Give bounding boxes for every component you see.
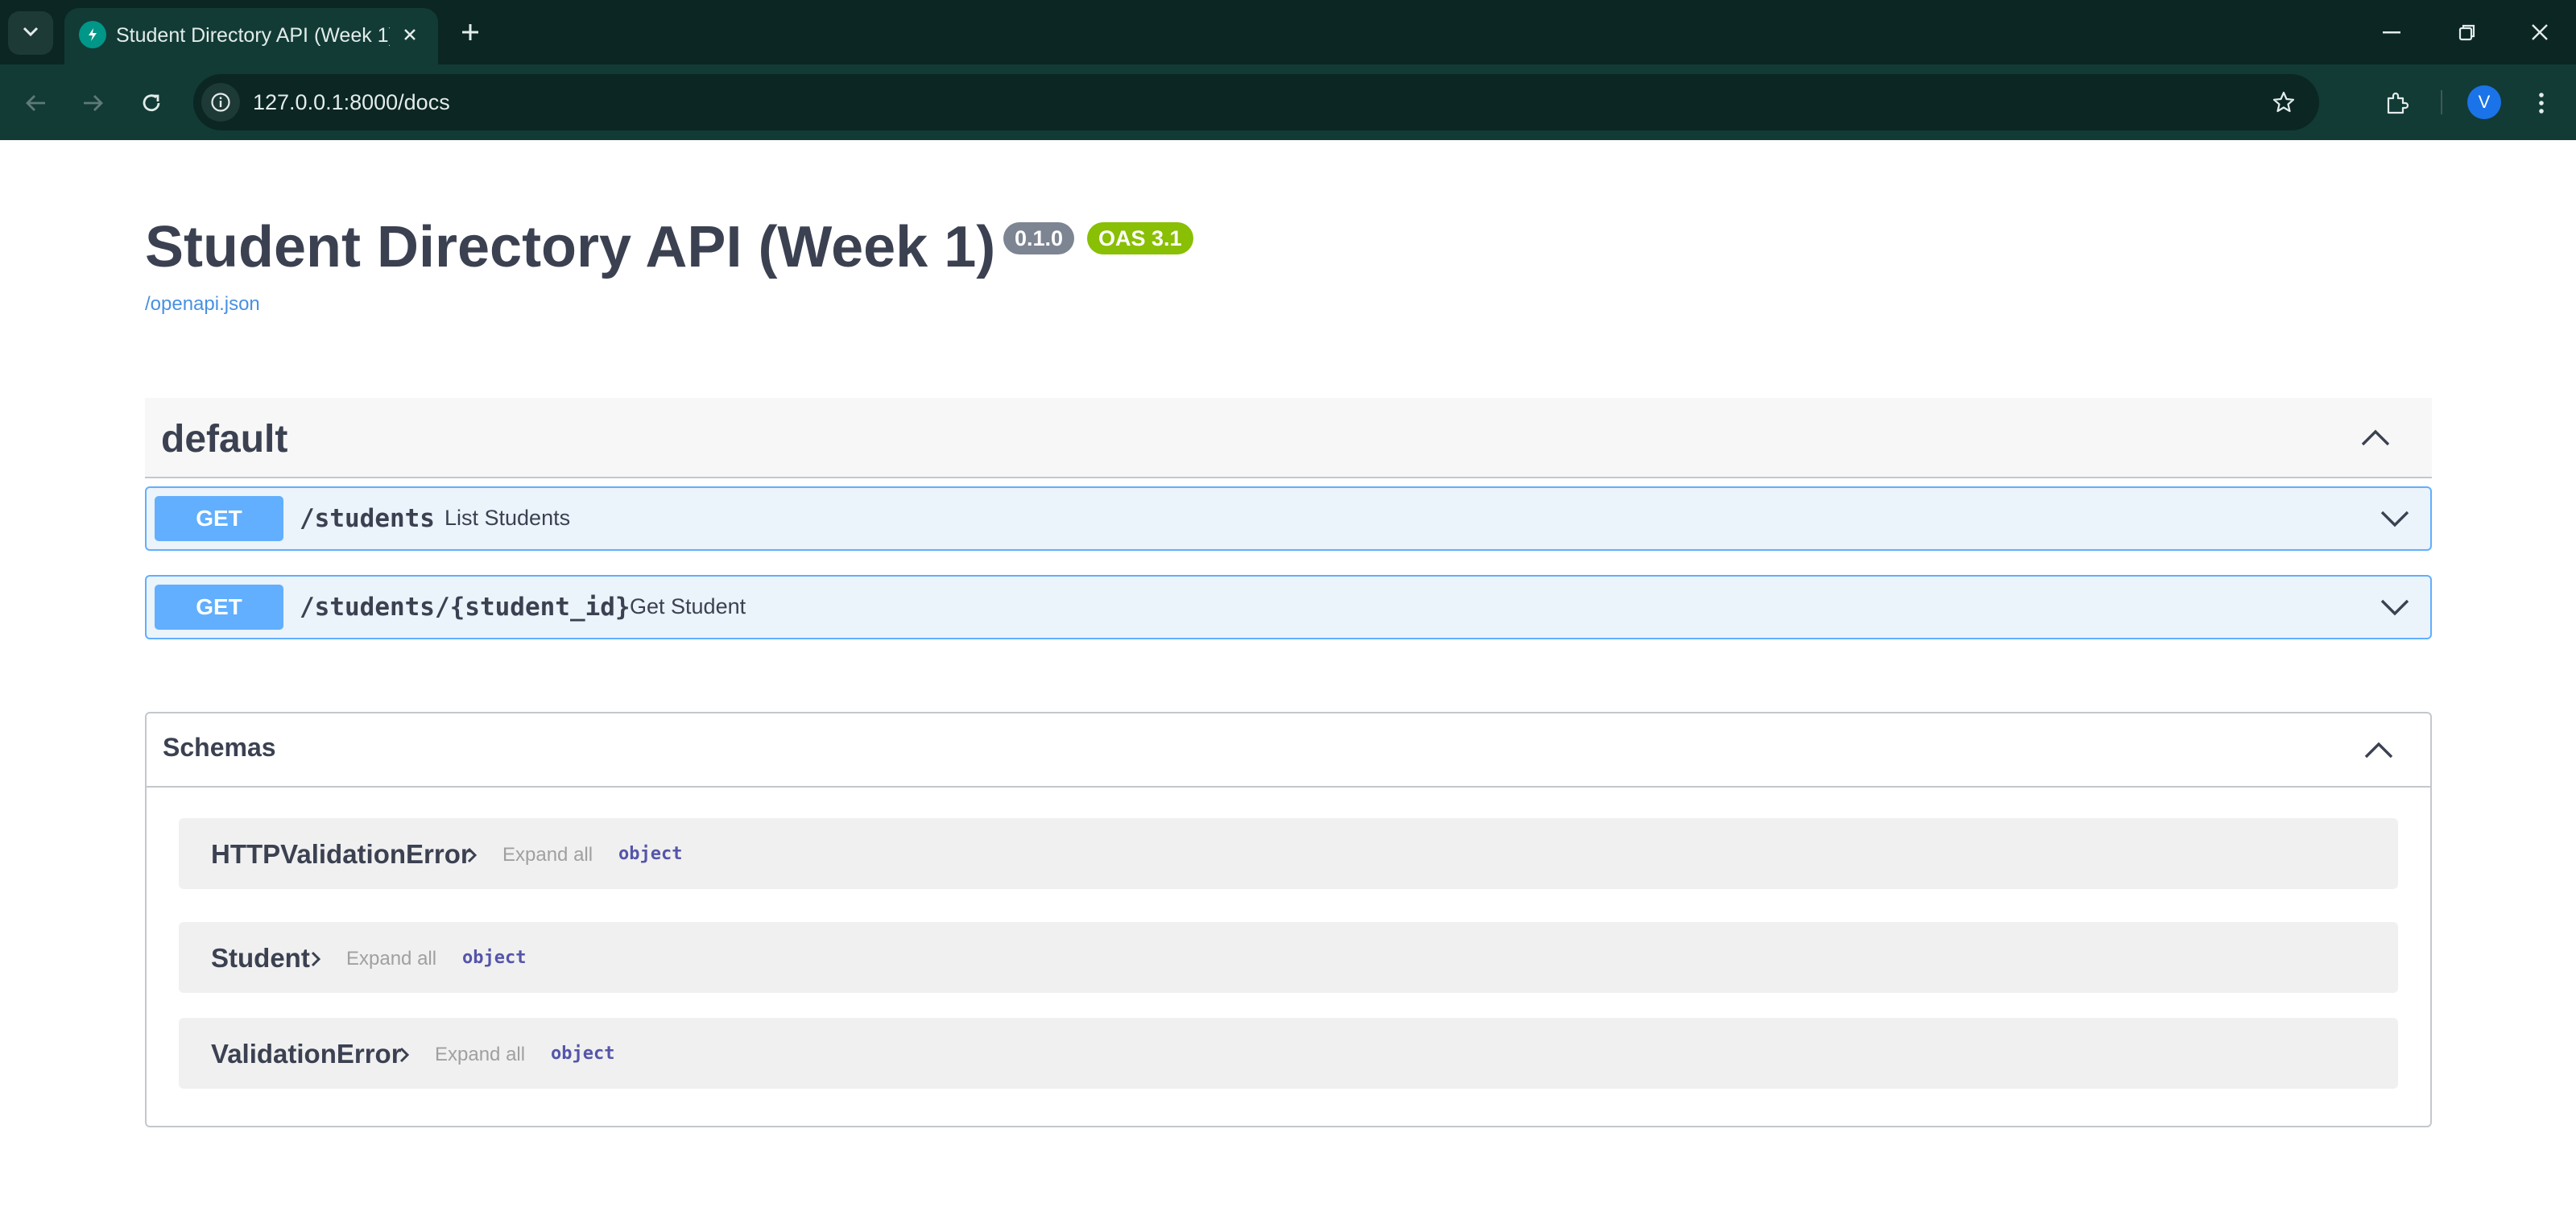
oas-badge: OAS 3.1 [1087, 222, 1193, 254]
schema-type: object [551, 1044, 615, 1064]
chevron-down-icon[interactable] [2377, 591, 2413, 623]
schema-type: object [618, 844, 683, 864]
close-icon[interactable] [396, 21, 424, 48]
tab-search-button[interactable] [8, 11, 53, 55]
openapi-json-link[interactable]: /openapi.json [145, 293, 260, 316]
site-info-icon[interactable] [201, 83, 240, 122]
schemas-header[interactable]: Schemas [147, 713, 2430, 788]
expand-all-link[interactable]: Expand all [502, 844, 593, 866]
schema-name[interactable]: ValidationError [211, 1039, 402, 1069]
schemas-section: Schemas HTTPValidationError Expand all o… [145, 712, 2432, 1127]
chevron-up-icon[interactable] [2361, 734, 2396, 767]
method-badge: GET [155, 585, 283, 630]
restore-icon[interactable] [2443, 11, 2491, 53]
schema-row-validationerror[interactable]: ValidationError Expand all object [179, 1018, 2398, 1089]
menu-icon[interactable] [2522, 84, 2561, 122]
chevron-right-icon[interactable] [464, 846, 480, 865]
operation-get-student[interactable]: GET /students/{student_id} Get Student [145, 575, 2432, 639]
schema-row-student[interactable]: Student Expand all object [179, 922, 2398, 993]
minimize-icon[interactable] [2367, 11, 2416, 53]
plus-icon[interactable] [453, 14, 488, 50]
browser-toolbar: 127.0.0.1:8000/docs V [0, 64, 2576, 140]
operation-summary: Get Student [630, 594, 746, 618]
url-text[interactable]: 127.0.0.1:8000/docs [253, 90, 450, 115]
favicon-icon [79, 21, 106, 48]
page-title: Student Directory API (Week 1) [145, 215, 996, 279]
operation-get-students[interactable]: GET /students List Students [145, 486, 2432, 551]
schema-name[interactable]: Student [211, 943, 310, 974]
method-badge: GET [155, 496, 283, 541]
expand-all-link[interactable]: Expand all [435, 1044, 525, 1066]
chevron-right-icon[interactable] [396, 1045, 412, 1065]
chevron-down-icon [22, 26, 39, 41]
tab-title: Student Directory API (Week 1) [116, 24, 390, 47]
schema-row-httpvalidationerror[interactable]: HTTPValidationError Expand all object [179, 818, 2398, 889]
expand-all-link[interactable]: Expand all [346, 948, 436, 970]
schemas-title: Schemas [163, 733, 276, 762]
schema-type: object [462, 948, 527, 968]
chevron-up-icon[interactable] [2358, 422, 2393, 454]
toolbar-divider [2441, 90, 2442, 114]
active-tab[interactable]: Student Directory API (Week 1) [64, 8, 438, 64]
chevron-down-icon[interactable] [2377, 502, 2413, 535]
extensions-icon[interactable] [2377, 84, 2416, 122]
reload-icon[interactable] [132, 84, 171, 122]
operation-path: /students [300, 504, 435, 533]
tag-name: default [161, 418, 288, 461]
operation-summary: List Students [444, 506, 571, 530]
avatar[interactable]: V [2467, 85, 2501, 119]
version-badge: 0.1.0 [1003, 222, 1075, 254]
tab-strip: Student Directory API (Week 1) [0, 0, 2576, 64]
back-icon[interactable] [16, 84, 55, 122]
address-bar[interactable]: 127.0.0.1:8000/docs [193, 74, 2319, 130]
forward-icon[interactable] [74, 84, 113, 122]
window-close-icon[interactable] [2516, 11, 2564, 53]
operation-path: /students/{student_id} [300, 593, 631, 622]
bookmark-star-icon[interactable] [2264, 83, 2303, 122]
chevron-right-icon[interactable] [308, 949, 324, 969]
tag-section-default: default GET /students List Students GET … [145, 398, 2432, 639]
schema-name[interactable]: HTTPValidationError [211, 839, 471, 870]
tag-header[interactable]: default [145, 398, 2432, 478]
